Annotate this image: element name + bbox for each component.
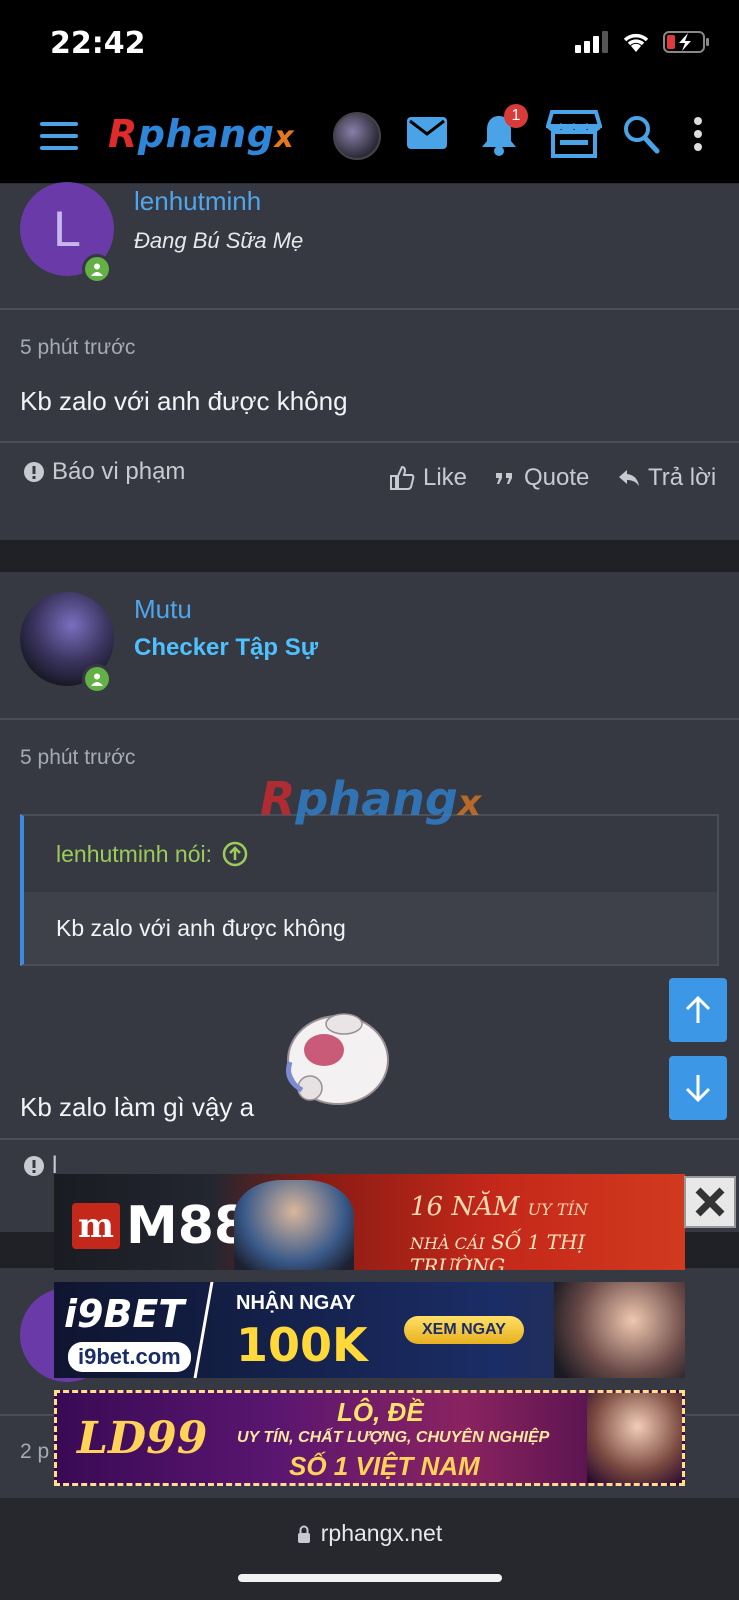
close-icon	[695, 1187, 725, 1217]
post-time[interactable]: 5 phút trước	[20, 746, 135, 770]
alert-icon	[24, 1156, 44, 1176]
logo-main: phang	[137, 112, 275, 156]
ad-model-image	[587, 1393, 682, 1483]
wifi-icon	[623, 33, 649, 52]
ad-brand: i9BET	[64, 1292, 185, 1336]
scroll-top-button[interactable]	[669, 978, 727, 1042]
lock-icon	[297, 1525, 310, 1543]
notification-button[interactable]: 1	[480, 104, 528, 156]
ad-line2: UY TÍN, CHẤT LƯỢNG, CHUYÊN NGHIỆP	[237, 1429, 550, 1446]
user-avatar[interactable]	[333, 112, 381, 160]
ad-divider	[193, 1282, 214, 1378]
home-indicator[interactable]	[238, 1574, 502, 1582]
status-icons	[575, 30, 711, 54]
divider	[0, 441, 739, 443]
mail-icon[interactable]	[406, 116, 448, 150]
ad-site: i9bet.com	[68, 1342, 191, 1372]
scroll-bottom-button[interactable]	[669, 1056, 727, 1120]
ad-line1: LÔ, ĐỀ	[337, 1397, 424, 1427]
quote-icon	[496, 473, 512, 484]
reply-button[interactable]: Trả lời	[618, 464, 716, 492]
ad-banner-i9bet[interactable]: i9BET i9bet.com NHẬN NGAY 100K XEM NGAY	[54, 1282, 685, 1378]
notification-badge: 1	[504, 104, 528, 128]
ad-line1: 16 NĂM	[410, 1192, 520, 1222]
post-header: L lenhutminh Đang Bú Sữa Mẹ	[0, 182, 739, 310]
watermark-main: phang	[295, 772, 458, 826]
signal-icon	[575, 31, 608, 53]
post-1: L lenhutminh Đang Bú Sữa Mẹ 5 phút trước…	[0, 182, 739, 540]
user-online-icon	[91, 673, 103, 686]
arrow-up-circle-icon	[222, 841, 248, 867]
quote-block: lenhutminh nói: Kb zalo với anh được khô…	[20, 814, 719, 966]
username[interactable]: Mutu	[134, 594, 192, 625]
reply-icon	[619, 470, 639, 486]
like-label: Like	[423, 464, 468, 491]
logo-x: x	[274, 120, 295, 155]
ad-promo-amount: 100K	[236, 1318, 368, 1372]
like-button[interactable]: Like	[389, 464, 467, 492]
status-time: 22:42	[50, 26, 146, 61]
menu-icon[interactable]	[40, 122, 78, 152]
ad-promo-top: NHẬN NGAY	[236, 1292, 356, 1314]
quote-label: Quote	[524, 464, 590, 491]
user-title: Checker Tập Sự	[134, 634, 319, 661]
quote-text: Kb zalo với anh được không	[24, 892, 717, 964]
user-online-icon	[91, 263, 103, 276]
reply-label: Trả lời	[648, 464, 717, 491]
ad-close-button[interactable]	[684, 1176, 736, 1228]
user-title: Đang Bú Sữa Mẹ	[134, 228, 304, 253]
ad-brand-text: M88	[126, 1196, 251, 1256]
ad-line1b: UY TÍN	[527, 1200, 588, 1219]
divider	[0, 1138, 739, 1140]
sticker-image	[286, 1013, 389, 1105]
report-label: Báo vi phạm	[52, 458, 186, 485]
ad-banner-ld99[interactable]: LD99 LÔ, ĐỀ UY TÍN, CHẤT LƯỢNG, CHUYÊN N…	[54, 1390, 685, 1486]
app-header: Rphangx 1	[0, 92, 739, 184]
arrow-up-icon	[685, 995, 711, 1023]
ad-cta: XEM NGAY	[404, 1316, 524, 1344]
url-text: rphangx.net	[320, 1520, 443, 1546]
post-time[interactable]: 2 p	[20, 1440, 49, 1464]
store-icon[interactable]	[546, 110, 602, 158]
logo-r: R	[108, 112, 138, 156]
watermark-x: x	[457, 783, 482, 824]
online-indicator	[82, 664, 112, 694]
quote-button[interactable]: Quote	[494, 464, 589, 492]
report-button[interactable]: l	[24, 1152, 57, 1180]
status-bar: 22:42	[0, 0, 739, 92]
ad-brand: m M88	[72, 1196, 250, 1256]
watermark-logo: Rphangx	[260, 772, 481, 826]
post-header: Mutu Checker Tập Sự	[0, 572, 739, 720]
username[interactable]: lenhutminh	[134, 186, 261, 217]
site-logo[interactable]: Rphangx	[108, 112, 294, 156]
ad-brand: LD99	[77, 1413, 208, 1464]
watermark-r: R	[260, 772, 296, 826]
browser-url-bar[interactable]: rphangx.net	[0, 1498, 739, 1600]
ad-model-image	[554, 1282, 685, 1378]
post-body: Kb zalo với anh được không	[20, 386, 348, 416]
post-actions: Báo vi phạm Like Quote Trả lời	[0, 444, 739, 540]
thumbs-up-icon	[390, 465, 415, 490]
url-display[interactable]: rphangx.net	[0, 1520, 739, 1547]
quote-author: lenhutminh nói:	[56, 840, 212, 867]
more-icon[interactable]	[692, 116, 704, 152]
ad-line2: NHÀ CÁI	[410, 1234, 485, 1253]
ad-banner-m88[interactable]: m M88 16 NĂM UY TÍN NHÀ CÁI SỐ 1 THỊ TRƯ…	[54, 1174, 685, 1270]
search-icon[interactable]	[622, 114, 660, 154]
battery-icon	[663, 31, 709, 53]
post-2: Mutu Checker Tập Sự 5 phút trước lenhutm…	[0, 572, 739, 1232]
online-indicator	[82, 254, 112, 284]
post-body: Kb zalo làm gì vậy a	[20, 1092, 255, 1122]
ad-player-image	[234, 1180, 354, 1270]
ad-line3: SỐ 1 VIỆT NAM	[289, 1451, 480, 1481]
report-button[interactable]: Báo vi phạm	[24, 458, 185, 486]
alert-icon	[24, 462, 44, 482]
arrow-down-icon	[685, 1075, 711, 1103]
post-time[interactable]: 5 phút trước	[20, 336, 135, 360]
quote-header[interactable]: lenhutminh nói:	[24, 816, 717, 892]
